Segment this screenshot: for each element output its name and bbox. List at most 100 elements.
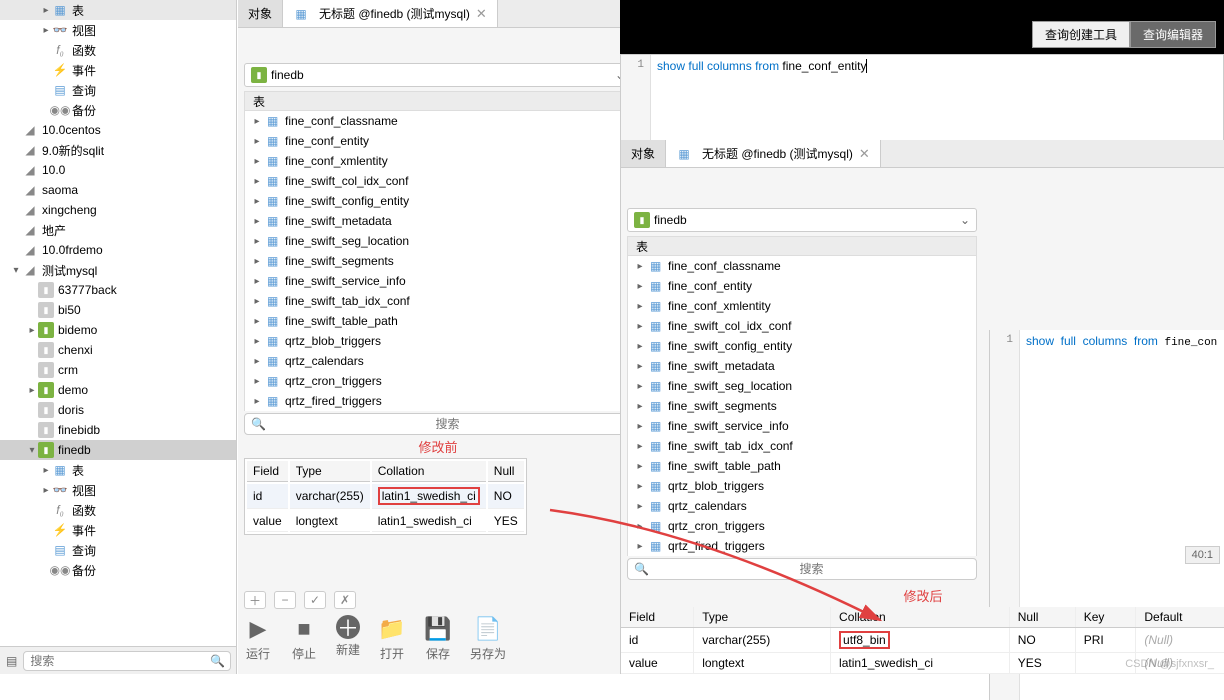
tab-objects[interactable]: 对象 xyxy=(238,0,283,27)
list-icon[interactable]: ▤ xyxy=(6,654,17,668)
table-search[interactable]: 🔍 41 xyxy=(244,413,632,435)
table-row[interactable]: id varchar(255) utf8_bin NO PRI (Null) xyxy=(621,628,1224,653)
connection-item[interactable]: ◢ 10.0 xyxy=(0,160,236,180)
connection-item[interactable]: ◢ 10.0centos xyxy=(0,120,236,140)
sidebar-item[interactable]: f₀ 函数 xyxy=(0,500,236,520)
table-item[interactable]: ▸ ▦ qrtz_cron_triggers xyxy=(245,371,631,391)
sidebar-item[interactable]: ▸ ▮ demo xyxy=(0,380,236,400)
table-item[interactable]: ▸ ▦ fine_conf_entity xyxy=(245,131,631,151)
sidebar-item[interactable]: ▮ chenxi xyxy=(0,340,236,360)
connection-item[interactable]: ◢ 地产 xyxy=(0,220,236,240)
table-item[interactable]: ▸ ▦ fine_conf_xmlentity xyxy=(628,296,976,316)
table-item[interactable]: ▸ ▦ fine_swift_metadata xyxy=(245,211,631,231)
close-icon[interactable]: ✕ xyxy=(476,6,487,22)
sidebar-item[interactable]: f₀ 函数 xyxy=(0,40,236,60)
saveas-button[interactable]: 📄另存为 xyxy=(470,615,506,662)
table-item[interactable]: ▸ ▦ fine_swift_table_path xyxy=(628,456,976,476)
table-item[interactable]: ▸ ▦ qrtz_blob_triggers xyxy=(245,331,631,351)
table-item[interactable]: ▸ ▦ fine_conf_classname xyxy=(628,256,976,276)
sidebar-item[interactable]: ▸ ▦ 表 xyxy=(0,0,236,20)
query-builder-button[interactable]: 查询创建工具 xyxy=(1032,21,1130,48)
table-item[interactable]: ▸ ▦ fine_swift_segments xyxy=(245,251,631,271)
connection-item[interactable]: ◢ xingcheng xyxy=(0,200,236,220)
tab-query[interactable]: ▦ 无标题 @finedb (测试mysql) ✕ xyxy=(666,140,881,167)
table-item[interactable]: ▸ ▦ fine_swift_metadata xyxy=(628,356,976,376)
db-selector[interactable]: ▮ finedb ⌄ xyxy=(244,63,632,87)
table-search-input[interactable] xyxy=(270,417,625,431)
tab-query[interactable]: ▦ 无标题 @finedb (测试mysql) ✕ xyxy=(283,0,498,27)
item-label: 函数 xyxy=(72,42,96,59)
table-item[interactable]: ▸ ▦ fine_conf_classname xyxy=(245,111,631,131)
sidebar-item[interactable]: ▾ ▮ finedb xyxy=(0,440,236,460)
sql-text[interactable]: show full columns from fine_conf_entity xyxy=(651,55,1223,153)
chevron-right-icon: ▸ xyxy=(634,261,646,272)
table-item[interactable]: ▸ ▦ fine_swift_table_path xyxy=(245,311,631,331)
table-item[interactable]: ▸ ▦ qrtz_blob_triggers xyxy=(628,476,976,496)
sidebar-item[interactable]: ⚡ 事件 xyxy=(0,60,236,80)
connection-item[interactable]: ◢ 10.0frdemo xyxy=(0,240,236,260)
sidebar-item[interactable]: ▸ 👓 视图 xyxy=(0,480,236,500)
save-button[interactable]: 💾保存 xyxy=(424,615,452,662)
sidebar-item[interactable]: ▮ 63777back xyxy=(0,280,236,300)
sidebar-item[interactable]: ▮ finebidb xyxy=(0,420,236,440)
table-item[interactable]: ▸ ▦ qrtz_fired_triggers xyxy=(245,391,631,411)
table-item[interactable]: ▸ ▦ qrtz_calendars xyxy=(628,496,976,516)
sidebar-search-input[interactable] xyxy=(23,651,231,671)
connection-item[interactable]: ◢ saoma xyxy=(0,180,236,200)
table-item[interactable]: ▸ ▦ fine_swift_tab_idx_conf xyxy=(628,436,976,456)
cancel-button[interactable]: ✗ xyxy=(334,591,356,609)
sidebar-item[interactable]: ◉◉ 备份 xyxy=(0,560,236,580)
item-label: bidemo xyxy=(58,323,97,337)
table-item[interactable]: ▸ ▦ fine_swift_config_entity xyxy=(628,336,976,356)
table-search[interactable]: 🔍 xyxy=(627,558,977,580)
sidebar-item[interactable]: ▸ ▦ 表 xyxy=(0,460,236,480)
chevron-right-icon: ▸ xyxy=(251,196,263,207)
table-item[interactable]: ▸ ▦ fine_swift_service_info xyxy=(628,416,976,436)
table-item[interactable]: ▸ ▦ fine_conf_xmlentity xyxy=(245,151,631,171)
sql-editor[interactable]: 1 show full columns from fine_conf_entit… xyxy=(620,54,1224,154)
table-item[interactable]: ▸ ▦ fine_swift_seg_location xyxy=(628,376,976,396)
table-item[interactable]: ▸ ▦ fine_swift_seg_location xyxy=(245,231,631,251)
connection-item[interactable]: ◢ 9.0新的sqlit xyxy=(0,140,236,160)
table-item[interactable]: ▸ ▦ fine_swift_col_idx_conf xyxy=(245,171,631,191)
add-button[interactable]: ＋ xyxy=(244,591,266,609)
connection-open[interactable]: ▾ ◢ 测试mysql xyxy=(0,260,236,280)
sidebar-item[interactable]: ▮ bi50 xyxy=(0,300,236,320)
table-item[interactable]: ▸ ▦ fine_swift_tab_idx_conf xyxy=(245,291,631,311)
sidebar-item[interactable]: ▮ crm xyxy=(0,360,236,380)
tab-objects[interactable]: 对象 xyxy=(621,140,666,167)
table-item[interactable]: ▸ ▦ fine_swift_config_entity xyxy=(245,191,631,211)
close-icon[interactable]: ✕ xyxy=(859,146,870,162)
sidebar-item[interactable]: ▮ doris xyxy=(0,400,236,420)
table-item[interactable]: ▸ ▦ fine_swift_segments xyxy=(628,396,976,416)
chevron-right-icon: ▸ xyxy=(634,481,646,492)
sidebar-item[interactable]: ◉◉ 备份 xyxy=(0,100,236,120)
query-editor-button[interactable]: 查询编辑器 xyxy=(1130,21,1216,48)
table-item[interactable]: ▸ ▦ fine_swift_service_info xyxy=(245,271,631,291)
table-name: fine_swift_metadata xyxy=(668,359,775,373)
new-button[interactable]: ＋新建 xyxy=(336,615,360,662)
table-row[interactable]: id varchar(255) latin1_swedish_ci NO xyxy=(247,484,524,509)
sidebar-item[interactable]: ⚡ 事件 xyxy=(0,520,236,540)
table-item[interactable]: ▸ ▦ qrtz_cron_triggers xyxy=(628,516,976,536)
table-item[interactable]: ▸ ▦ qrtz_calendars xyxy=(245,351,631,371)
sidebar-item[interactable]: ▤ 查询 xyxy=(0,80,236,100)
table-item[interactable]: ▸ ▦ fine_conf_entity xyxy=(628,276,976,296)
open-button[interactable]: 📁打开 xyxy=(378,615,406,662)
sidebar-item[interactable]: ▸ 👓 视图 xyxy=(0,20,236,40)
confirm-button[interactable]: ✓ xyxy=(304,591,326,609)
stop-button[interactable]: ■停止 xyxy=(290,615,318,662)
table-name: fine_swift_config_entity xyxy=(285,194,409,208)
sidebar-item[interactable]: ▸ ▮ bidemo xyxy=(0,320,236,340)
table-item[interactable]: ▸ ▦ fine_swift_col_idx_conf xyxy=(628,316,976,336)
sidebar-item[interactable]: ▤ 查询 xyxy=(0,540,236,560)
table-row[interactable]: value longtext latin1_swedish_ci YES xyxy=(247,511,524,532)
table-search-input[interactable] xyxy=(653,562,970,576)
table-name: fine_swift_table_path xyxy=(285,314,398,328)
table-icon: ▦ xyxy=(267,394,281,408)
db-selector[interactable]: ▮ finedb ⌄ xyxy=(627,208,977,232)
table-item[interactable]: ▸ ▦ qrtz_fired_triggers xyxy=(628,536,976,556)
run-button[interactable]: ▶运行 xyxy=(244,615,272,662)
chevron-icon: ▾ xyxy=(26,445,38,456)
remove-button[interactable]: − xyxy=(274,591,296,609)
